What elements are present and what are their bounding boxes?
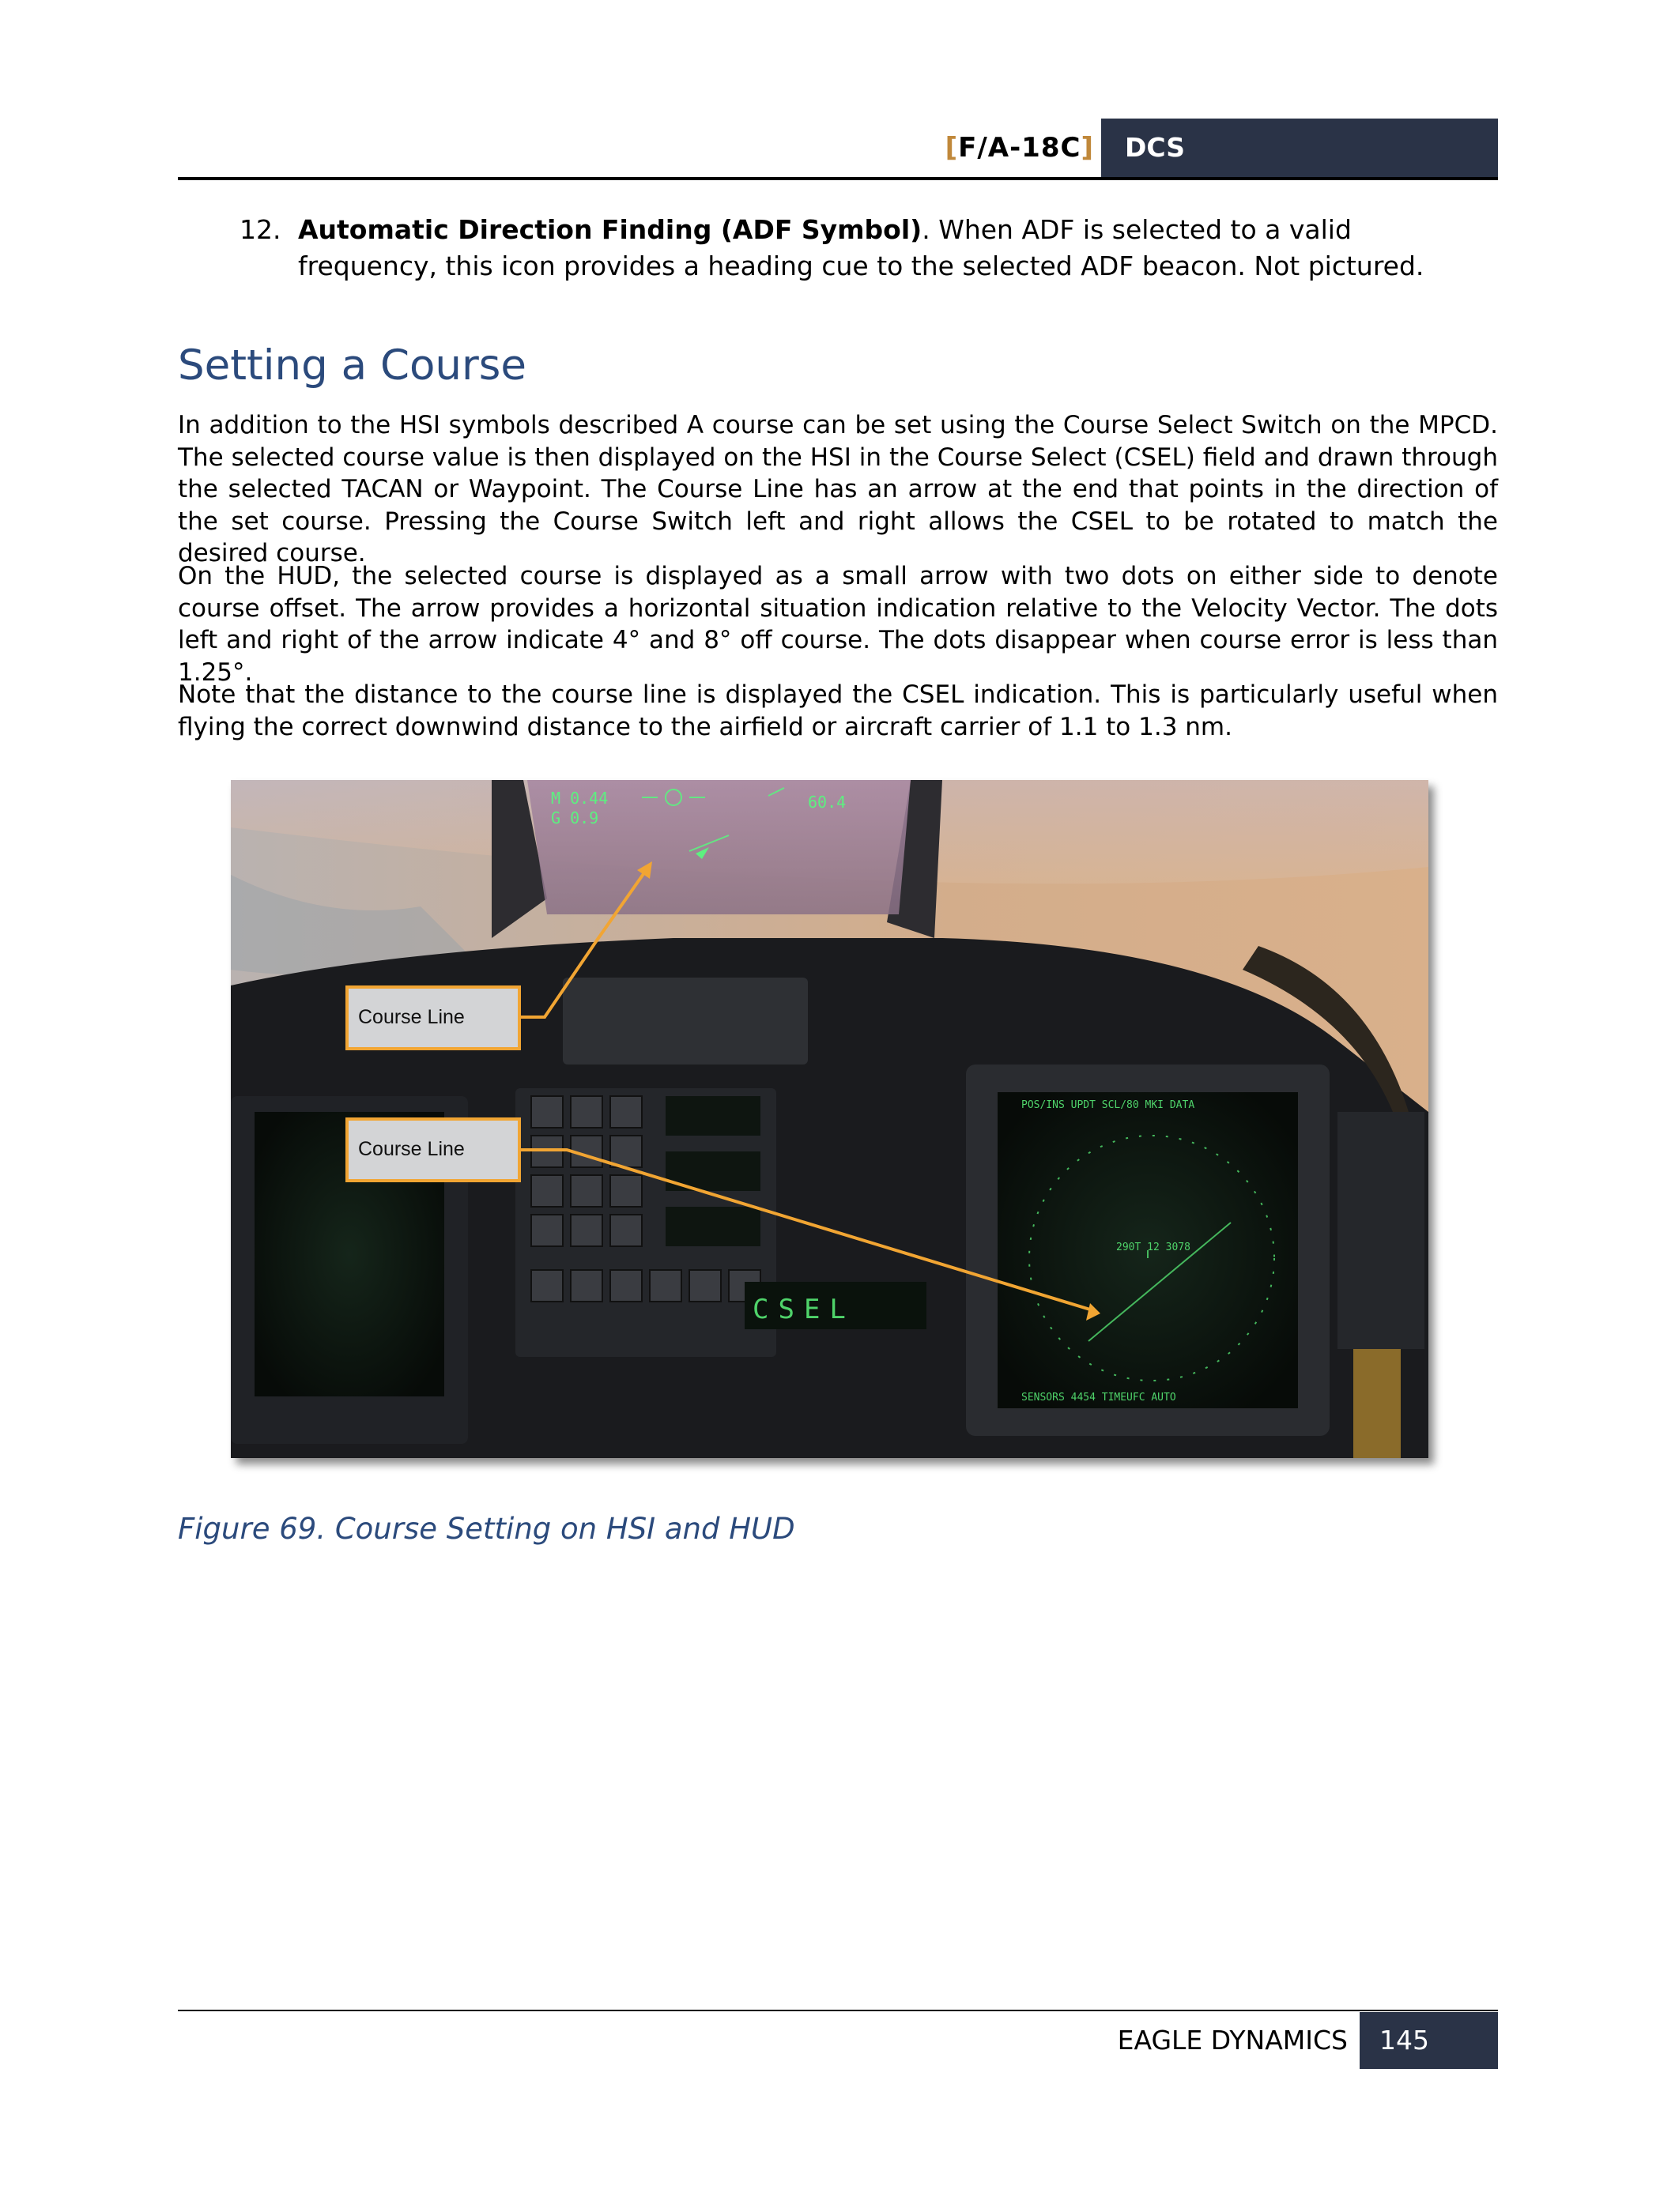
callout-course-line-hsi: Course Line bbox=[345, 1117, 521, 1182]
figure-caption: Figure 69. Course Setting on HSI and HUD bbox=[178, 1512, 795, 1546]
footer-publisher: EAGLE DYNAMICS bbox=[1117, 2025, 1348, 2056]
svg-text:SENSORS 4454 TIMEUFC AUT: SENSORS 4454 TIMEUFC AUTO bbox=[1021, 1392, 1176, 1404]
paragraph: In addition to the HSI symbols described… bbox=[178, 411, 1498, 567]
svg-text:290T 12 3078: 290T 12 3078 bbox=[1116, 1242, 1190, 1253]
list-item-title: Automatic Direction Finding (ADF Symbol) bbox=[298, 214, 922, 245]
ufc-csel-display: CSEL bbox=[753, 1294, 855, 1325]
svg-text:POS/INS UPDT SCL/80 MKI: POS/INS UPDT SCL/80 MKI DATA bbox=[1021, 1099, 1194, 1111]
header-rule bbox=[178, 177, 1498, 180]
cockpit-screenshot: M 0.44 G 0.9 60.4 POS/INS UPDT SCL/80 MK… bbox=[231, 780, 1428, 1458]
list-item-number: 12. bbox=[240, 214, 281, 245]
paragraph: Note that the distance to the course lin… bbox=[178, 680, 1498, 741]
header-tab: DCS bbox=[1101, 119, 1498, 177]
section-title: Setting a Course bbox=[178, 341, 526, 390]
list-item-text: Automatic Direction Finding (ADF Symbol)… bbox=[298, 212, 1498, 285]
svg-text:M 0.44: M 0.44 bbox=[551, 789, 608, 808]
aircraft-model: F/A-18C bbox=[958, 132, 1081, 164]
manual-aircraft-title: [F/A-18C] bbox=[945, 120, 1094, 175]
bracket-close: ] bbox=[1081, 132, 1094, 164]
svg-text:G 0.9: G 0.9 bbox=[551, 808, 598, 827]
bracket-open: [ bbox=[945, 132, 959, 164]
list-item-12: 12. Automatic Direction Finding (ADF Sym… bbox=[178, 212, 1498, 285]
footer-rule bbox=[178, 2010, 1498, 2011]
callout-course-line-hud: Course Line bbox=[345, 985, 521, 1050]
svg-text:60.4: 60.4 bbox=[808, 793, 846, 812]
paragraph: On the HUD, the selected course is displ… bbox=[178, 562, 1498, 687]
page-number: 145 bbox=[1360, 2012, 1498, 2069]
